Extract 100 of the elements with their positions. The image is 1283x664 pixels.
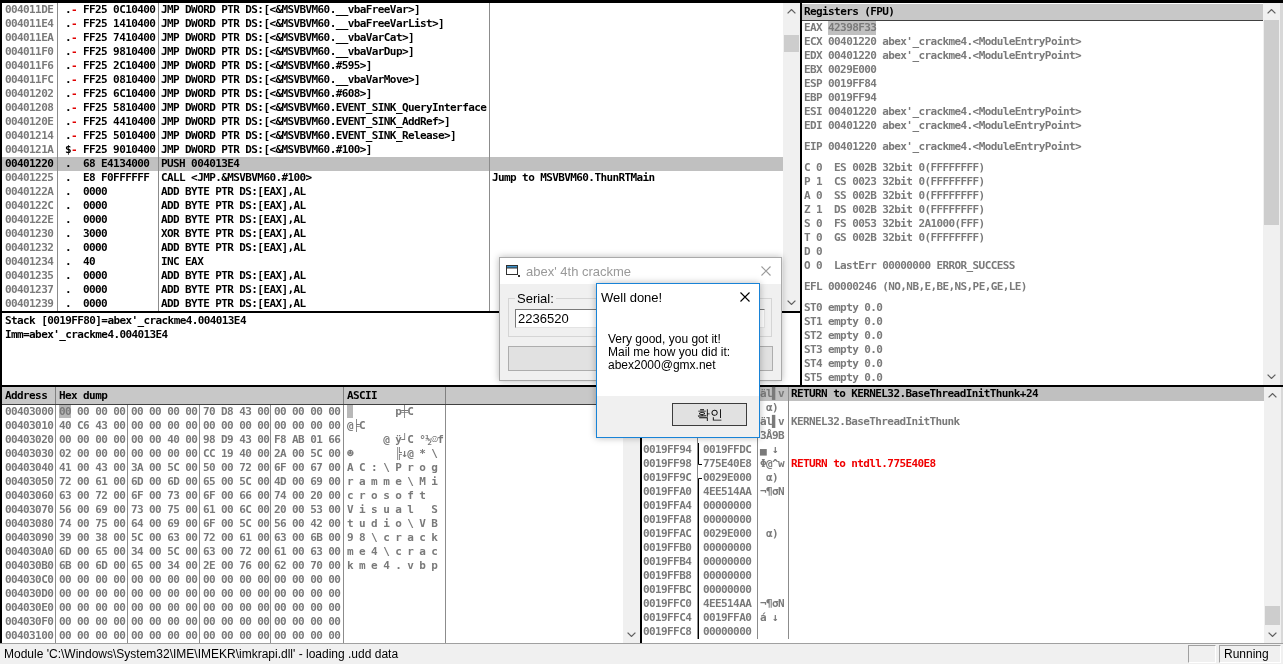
ascii-cell: 9 8 \ c r a c k [347,531,438,544]
register-note: abex'_crackme4.<ModuleEntryPoint> [882,35,1081,49]
register-name: S [804,217,811,231]
comment-cell: Jump to MSVBVM60.ThunRTMain [492,171,655,184]
ascii-cell: k m e 4 . v b p [347,559,438,572]
comment-cell: RETURN to KERNEL32.BaseThreadInitThunk+24 [791,387,1038,400]
register-note: 0.0 [864,301,883,315]
register-note: abex'_crackme4.<ModuleEntryPoint> [882,119,1081,133]
hex-bytes-cell: 00 00 00 00 [274,587,341,600]
hex-bytes-cell: 56 00 42 00 [274,517,341,530]
hex-bytes-cell: FF25 7410400 [83,31,156,45]
register-note: GS 002B 32bit 0(FFFFFFFF) [834,231,985,245]
row-marker: . [65,59,72,72]
jump-marker: - [71,129,78,142]
hex-bytes-cell: 4D 00 69 00 [274,475,341,488]
hex-bytes-cell: E8 F0FFFFFF [83,171,150,185]
address-cell: 0040122A [5,185,54,198]
instruction-cell: JMP DWORD PTR DS:[<&MSVBVM60.EVENT_SINK_AddRef>] [161,115,451,128]
hex-bytes-cell: 6D 00 65 00 [59,545,126,558]
register-note: 0.0 [864,357,883,371]
address-cell: 00403050 [5,475,54,488]
register-name: A [804,189,811,203]
hex-bytes-cell: 61 00 6C 00 [203,503,270,516]
hex-bytes-cell: 65 00 5C 00 [203,475,270,488]
hex-bytes-cell: 61 00 63 00 [274,545,341,558]
register-name: ST4 [804,357,823,371]
address-cell: 00403000 [5,405,54,418]
address-cell: 0019FFB8 [643,569,692,582]
ascii-cell: @╞C [347,419,366,432]
row-marker: . [65,171,72,184]
hex-bytes-cell: 00 00 00 00 [274,601,341,614]
hex-bytes-cell: 0000 [83,297,108,311]
row-marker: . [65,255,72,268]
ascii-cell-text: @ ÿ┘C °½☺f [382,433,444,446]
address-cell: 00401214 [5,129,54,142]
register-note: LastErr 00000000 ERROR_SUCCESS [834,259,1015,273]
address-cell: 00403090 [5,531,54,544]
ascii-cell-text: α) [765,471,779,484]
instruction-cell: JMP DWORD PTR DS:[<&MSVBVM60.EVENT_SINK_Release>] [161,129,457,142]
hex-bytes-cell: 3000 [83,227,108,241]
row-marker: $ [65,143,72,156]
hex-bytes-cell: 2A 00 5C 00 [274,447,341,460]
address-cell: 0019FFB4 [643,555,692,568]
hex-bytes-cell: 20 00 53 00 [274,503,341,516]
value-cell: 00000000 [703,583,752,597]
value-cell: 0029E000 [703,527,752,541]
row-marker: . [65,297,72,310]
register-name: EAX [804,21,823,35]
info-line: Stack [0019FF80]=abex'_crackme4.004013E4 [5,314,246,327]
instruction-cell: JMP DWORD PTR DS:[<&MSVBVM60.#595>] [161,59,372,72]
hex-bytes-cell: 00 00 00 00 [131,587,198,600]
hex-bytes-cell: 00 00 00 00 [203,601,270,614]
hex-bytes-cell: 63 00 72 00 [203,545,270,558]
hex-bytes-cell: 64 00 69 00 [131,517,198,530]
register-note: (NO,NB,E,BE,NS,PE,GE,LE) [882,280,1027,294]
hex-bytes-cell: 40 C6 43 00 [59,419,126,432]
instruction-cell: JMP DWORD PTR DS:[<&MSVBVM60.__vbaVarCat>] [161,31,414,44]
instruction-cell: ADD BYTE PTR DS:[EAX],AL [161,269,306,282]
instruction-cell: JMP DWORD PTR DS:[<&MSVBVM60.#100>] [161,143,372,156]
hex-bytes-cell: 63 00 6B 00 [274,531,341,544]
row-marker: . [65,45,72,58]
hex-bytes-cell: 00 00 40 00 [131,433,198,446]
value-cell: 00000000 [703,625,752,639]
hex-bytes-cell: 68 E4134000 [83,157,150,171]
address-cell: 0019FFA4 [643,499,692,512]
hex-bytes-cell: 0000 [83,241,108,255]
jump-marker: - [71,31,78,44]
hex-bytes-cell: 0000 [83,185,108,199]
hex-bytes-cell: 00 00 00 00 [274,573,341,586]
address-cell: 004011F0 [5,45,54,58]
hex-bytes-cell: FF25 4410400 [83,115,156,129]
jump-marker: - [71,87,78,100]
hex-bytes-cell: FF25 9810400 [83,45,156,59]
instruction-cell: JMP DWORD PTR DS:[<&MSVBVM60.EVENT_SINK_QueryInterface [161,101,487,114]
instruction-cell: JMP DWORD PTR DS:[<&MSVBVM60.__vbaVarMove>] [161,73,420,86]
group-label: Serial: [516,291,555,306]
row-marker: . [65,3,72,16]
address-cell: 004030D0 [5,587,54,600]
instruction-cell: JMP DWORD PTR DS:[<&MSVBVM60.__vbaVarDup>] [161,45,414,58]
ascii-cell: ¬¶σN [760,485,785,498]
hex-bytes-cell: 63 00 72 00 [59,489,126,502]
address-cell: 004030F0 [5,615,54,628]
address-cell: 004030E0 [5,601,54,614]
instruction-cell: CALL <JMP.&MSVBVM60.#100> [161,171,312,184]
value-cell: 00000000 [703,555,752,569]
register-note: CS 0023 32bit 0(FFFFFFFF) [834,175,985,189]
row-marker: . [65,157,72,170]
address-cell: 00403060 [5,489,54,502]
address-cell: 00403040 [5,461,54,474]
row-marker: . [65,283,72,296]
register-name: ST1 [804,315,823,329]
instruction-cell: ADD BYTE PTR DS:[EAX],AL [161,241,306,254]
address-cell: 00401202 [5,87,54,100]
address-cell: 004011F6 [5,59,54,72]
status-text: Module 'C:\Windows\System32\IME\IMEKR\imkrapi.dll' - loading .udd data [4,647,400,661]
address-cell: 00401239 [5,297,54,310]
hex-bytes-cell: 00 00 00 00 [131,629,198,642]
hex-bytes-cell: 00 00 00 00 [203,419,270,432]
ascii-cell: p╪C [347,405,414,418]
hex-bytes-cell: 40 [83,255,96,269]
